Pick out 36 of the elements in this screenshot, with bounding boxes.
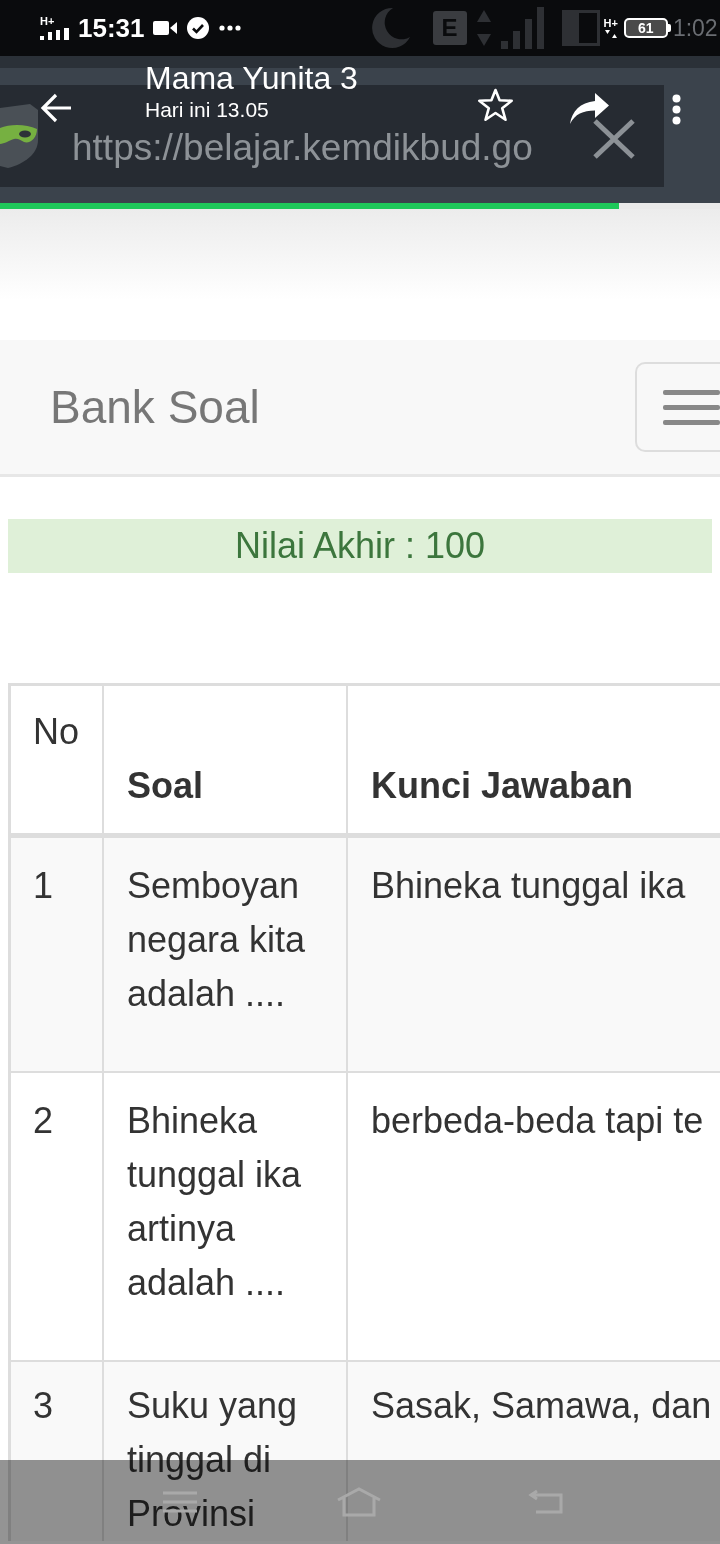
close-icon[interactable]: [592, 118, 636, 160]
menu-toggle-button[interactable]: [635, 362, 720, 452]
mask-icon: [0, 104, 40, 168]
table-cell: 2: [8, 1073, 104, 1362]
table-cell: 1: [8, 838, 104, 1073]
chat-title: Mama Yunita 3: [145, 60, 358, 96]
check-circle-icon: [186, 17, 209, 39]
timestamp-text: Hari ini 13.05: [145, 98, 270, 122]
more-vertical-icon[interactable]: [672, 94, 681, 125]
column-header: No: [8, 683, 104, 838]
table-cell: Bhineka tunggal ika artinya adalah ....: [104, 1073, 348, 1362]
network-type-label: H+: [603, 18, 618, 29]
forward-arrow-icon[interactable]: [570, 92, 610, 125]
data-arrows-icon: [604, 30, 617, 38]
url-text[interactable]: https://belajar.kemdikbud.go: [72, 126, 533, 169]
table-cell: Bhineka tunggal ika: [348, 838, 720, 1073]
network-type-label: H+: [40, 16, 56, 27]
more-dots-icon: [218, 25, 241, 31]
column-header: Kunci Jawaban: [348, 683, 720, 838]
menu-icon: [663, 389, 720, 425]
brand-link[interactable]: Bank Soal: [50, 380, 260, 434]
table-cell: 3: [8, 1362, 104, 1541]
signal-icon: [40, 28, 70, 40]
score-alert: Nilai Akhir : 100: [8, 519, 712, 573]
video-camera-icon: [152, 20, 177, 36]
signal-icon: [500, 7, 546, 49]
column-header: Soal: [104, 683, 348, 838]
clock-text: 1:02: [672, 14, 718, 42]
table-cell: Sasak, Samawa, dan: [348, 1362, 720, 1541]
battery-indicator: 61: [623, 18, 671, 38]
battery-icon: [561, 10, 600, 46]
table-cell: Semboyan negara kita adalah ....: [104, 838, 348, 1073]
data-arrows-icon: [476, 10, 491, 46]
back-arrow-icon[interactable]: [40, 92, 72, 124]
star-icon[interactable]: [477, 88, 514, 123]
clock-text: 15:31: [78, 13, 145, 43]
